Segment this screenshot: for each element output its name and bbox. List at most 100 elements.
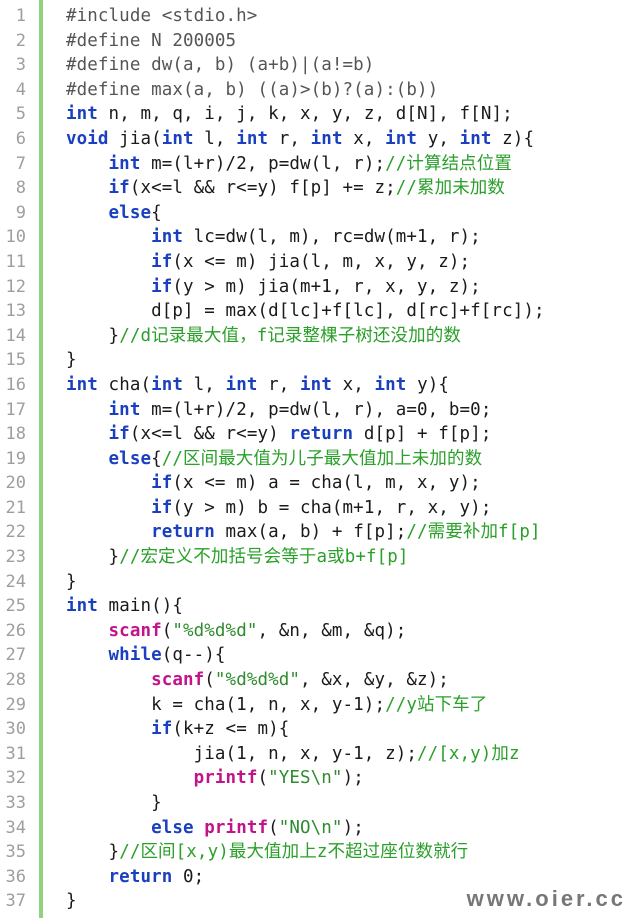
code-text: 0; bbox=[172, 866, 205, 887]
code-line[interactable]: #include <stdio.h> bbox=[66, 4, 634, 29]
code-line[interactable]: void jia(int l, int r, int x, int y, int… bbox=[66, 127, 634, 152]
line-number: 14 bbox=[5, 325, 26, 346]
line-number: 15 bbox=[5, 350, 26, 371]
type-token: int bbox=[161, 128, 194, 149]
type-token: int bbox=[300, 374, 332, 395]
code-line[interactable]: scanf("%d%d%d", &n, &m, &q); bbox=[66, 619, 634, 644]
keyword-token: else bbox=[108, 202, 152, 223]
type-token: int bbox=[385, 128, 418, 149]
code-line[interactable]: while(q--){ bbox=[66, 643, 634, 668]
code-line[interactable]: if(k+z <= m){ bbox=[66, 717, 634, 742]
code-line[interactable]: k = cha(1, n, x, y-1);//y站下车了 bbox=[66, 693, 634, 718]
code-line[interactable]: if(y > m) jia(m+1, r, x, y, z); bbox=[66, 275, 634, 300]
code-text: , &x, &y, &z); bbox=[300, 670, 449, 691]
code-line[interactable]: int m=(l+r)/2, p=dw(l, r), a=0, b=0; bbox=[66, 398, 634, 423]
code-line[interactable]: jia(1, n, x, y-1, z);//[x,y)加z bbox=[66, 742, 634, 767]
code-text: (x <= m) a = cha(l, m, x, y); bbox=[172, 473, 481, 494]
line-number: 27 bbox=[5, 645, 26, 666]
code-line[interactable]: #define N 200005 bbox=[66, 29, 634, 54]
code-line[interactable]: d[p] = max(d[lc]+f[lc], d[rc]+f[rc]); bbox=[66, 299, 634, 324]
code-line[interactable]: int n, m, q, i, j, k, x, y, z, d[N], f[N… bbox=[66, 102, 634, 127]
line-number: 20 bbox=[5, 473, 26, 494]
code-editor[interactable]: 1 2 3 4 5 6 7 8 9 10 11 12 13 14 15 16 17 18 19 20 21 22 23 24 2… bbox=[0, 0, 634, 918]
code-line[interactable]: else{ bbox=[66, 201, 634, 226]
code-text: d[p] = max(d[lc]+f[lc], d[rc]+f[rc]); bbox=[66, 301, 545, 322]
code-text: (y > m) jia(m+1, r, x, y, z); bbox=[172, 276, 481, 297]
string-token: "%d%d%d" bbox=[214, 670, 301, 691]
code-line[interactable]: }//宏定义不加括号会等于a或b+f[p] bbox=[66, 545, 634, 570]
code-line[interactable]: int m=(l+r)/2, p=dw(l, r);//计算结点位置 bbox=[66, 152, 634, 177]
comment-token: //y站下车了 bbox=[385, 694, 488, 715]
line-number: 36 bbox=[5, 866, 26, 887]
code-text: (q--){ bbox=[161, 645, 226, 666]
line-number: 13 bbox=[5, 301, 26, 322]
code-text: z){ bbox=[491, 128, 535, 149]
string-token: "YES\n" bbox=[268, 768, 343, 789]
type-token: int bbox=[66, 104, 98, 125]
keyword-token: return bbox=[151, 522, 215, 543]
code-text: jia(1, n, x, y-1, z); bbox=[66, 743, 417, 764]
line-number: 2 bbox=[15, 30, 26, 51]
line-number: 32 bbox=[5, 768, 26, 789]
code-line[interactable]: #define max(a, b) ((a)>(b)?(a):(b)) bbox=[66, 78, 634, 103]
keyword-token: while bbox=[108, 645, 162, 666]
code-line[interactable]: if(x<=l && r<=y) return d[p] + f[p]; bbox=[66, 422, 634, 447]
line-number: 11 bbox=[5, 251, 26, 272]
code-line[interactable]: int lc=dw(l, m), rc=dw(m+1, r); bbox=[66, 225, 634, 250]
line-number: 1 bbox=[15, 6, 26, 26]
code-line[interactable]: return max(a, b) + f[p];//需要补加f[p] bbox=[66, 520, 634, 545]
code-text: { bbox=[151, 202, 162, 223]
comment-token: //宏定义不加括号会等于a或b+f[p] bbox=[119, 547, 409, 568]
code-text: x, bbox=[331, 374, 375, 395]
code-line[interactable]: } bbox=[66, 348, 634, 373]
code-text: m=(l+r)/2, p=dw(l, r), a=0, b=0; bbox=[140, 399, 492, 420]
keyword-token: if bbox=[151, 497, 173, 518]
code-line[interactable]: } bbox=[66, 791, 634, 816]
code-text: (y > m) b = cha(m+1, r, x, y); bbox=[172, 497, 492, 518]
code-area[interactable]: #include <stdio.h> #define N 200005 #defin… bbox=[66, 4, 634, 914]
type-token: int bbox=[236, 128, 269, 149]
string-token: "%d%d%d" bbox=[172, 620, 258, 641]
keyword-token: if bbox=[108, 178, 130, 199]
line-number: 28 bbox=[5, 670, 26, 691]
code-text: ); bbox=[342, 768, 364, 789]
code-line[interactable]: scanf("%d%d%d", &x, &y, &z); bbox=[66, 668, 634, 693]
line-number: 34 bbox=[5, 817, 26, 838]
line-number: 10 bbox=[5, 227, 26, 248]
code-line[interactable]: if(x<=l && r<=y) f[p] += z;//累加未加数 bbox=[66, 176, 634, 201]
line-number: 5 bbox=[15, 104, 26, 125]
line-number: 9 bbox=[15, 202, 26, 223]
line-number: 18 bbox=[5, 424, 26, 445]
code-line[interactable]: #define dw(a, b) (a+b)|(a!=b) bbox=[66, 53, 634, 78]
code-line[interactable]: else printf("NO\n"); bbox=[66, 816, 634, 841]
code-line[interactable]: if(y > m) b = cha(m+1, r, x, y); bbox=[66, 496, 634, 521]
code-text: lc=dw(l, m), rc=dw(m+1, r); bbox=[183, 227, 481, 248]
code-text: d[p] + f[p]; bbox=[353, 424, 492, 445]
code-line[interactable]: if(x <= m) jia(l, m, x, y, z); bbox=[66, 250, 634, 275]
code-line[interactable]: if(x <= m) a = cha(l, m, x, y); bbox=[66, 471, 634, 496]
code-line[interactable]: else{//区间最大值为儿子最大值加上未加的数 bbox=[66, 447, 634, 472]
code-line[interactable]: }//区间[x,y)最大值加上z不超过座位数就行 bbox=[66, 840, 634, 865]
code-line[interactable]: }//d记录最大值，f记录整棵子树还没加的数 bbox=[66, 324, 634, 349]
code-text: { bbox=[151, 448, 162, 469]
string-token: "NO\n" bbox=[278, 817, 343, 838]
line-number: 31 bbox=[5, 743, 26, 764]
code-line[interactable]: printf("YES\n"); bbox=[66, 766, 634, 791]
code-line[interactable]: int main(){ bbox=[66, 594, 634, 619]
code-line[interactable]: } bbox=[66, 570, 634, 595]
preprocessor-token: #include <stdio.h> bbox=[66, 6, 258, 26]
line-number: 37 bbox=[5, 891, 26, 912]
line-number: 23 bbox=[5, 547, 26, 568]
comment-token: //计算结点位置 bbox=[385, 153, 512, 174]
code-line[interactable]: int cha(int l, int r, int x, int y){ bbox=[66, 373, 634, 398]
code-text: ( bbox=[204, 670, 215, 691]
preprocessor-token: #define N 200005 bbox=[66, 30, 237, 51]
